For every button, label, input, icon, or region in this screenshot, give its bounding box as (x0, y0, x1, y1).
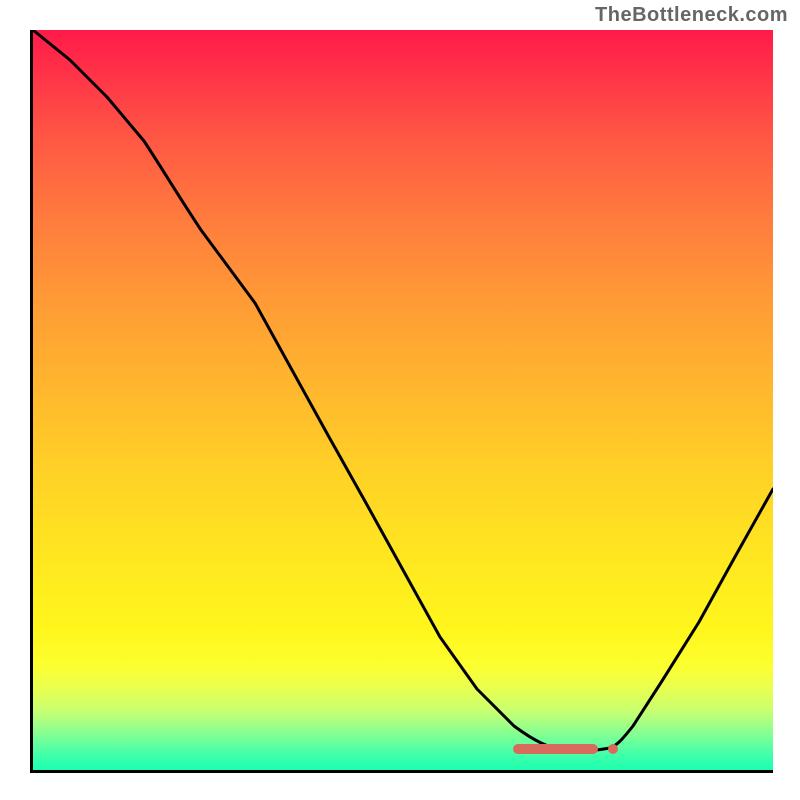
curve-path (33, 30, 773, 751)
plot-area (30, 30, 773, 773)
bottleneck-curve (33, 30, 773, 770)
optimal-point-marker (608, 744, 618, 754)
chart-container: TheBottleneck.com (0, 0, 800, 800)
attribution-text: TheBottleneck.com (595, 4, 788, 27)
optimal-range-marker (513, 744, 598, 754)
